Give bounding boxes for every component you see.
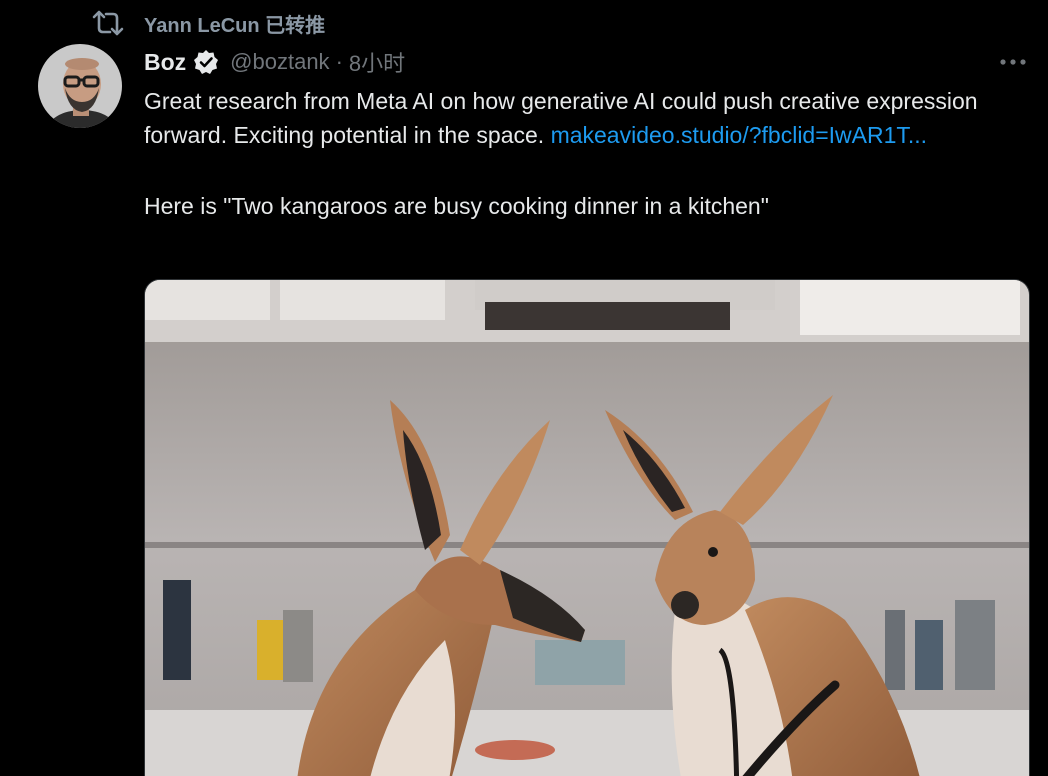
video-thumbnail [145,280,1029,776]
tweet-header: Boz @boztank · 8小时 [144,44,405,80]
tweet-link[interactable]: makeavideo.studio/?fbclid=IwAR1T... [551,122,928,148]
display-name[interactable]: Boz [144,49,186,76]
tweet-prompt-text: Here is "Two kangaroos are busy cooking … [144,193,769,219]
verified-badge-icon [193,49,219,75]
avatar[interactable] [38,44,122,128]
retweet-label: 已转推 [265,14,326,37]
author-handle[interactable]: @boztank [230,49,329,75]
more-options-icon[interactable] [996,52,1030,72]
tweet-body: Great research from Meta AI on how gener… [144,84,1014,223]
tweet-media[interactable] [144,279,1030,776]
retweet-context: Yann LeCun 已转推 [92,6,325,40]
tweet-timestamp[interactable]: 8小时 [349,46,405,78]
separator-dot: · [335,49,343,74]
tweet-paragraph: Great research from Meta AI on how gener… [144,84,1014,152]
retweet-icon [92,8,124,38]
retweeter-name[interactable]: Yann LeCun [144,15,260,37]
tweet[interactable]: Yann LeCun 已转推 Boz @boztank · 8小时 Great … [0,0,1048,776]
